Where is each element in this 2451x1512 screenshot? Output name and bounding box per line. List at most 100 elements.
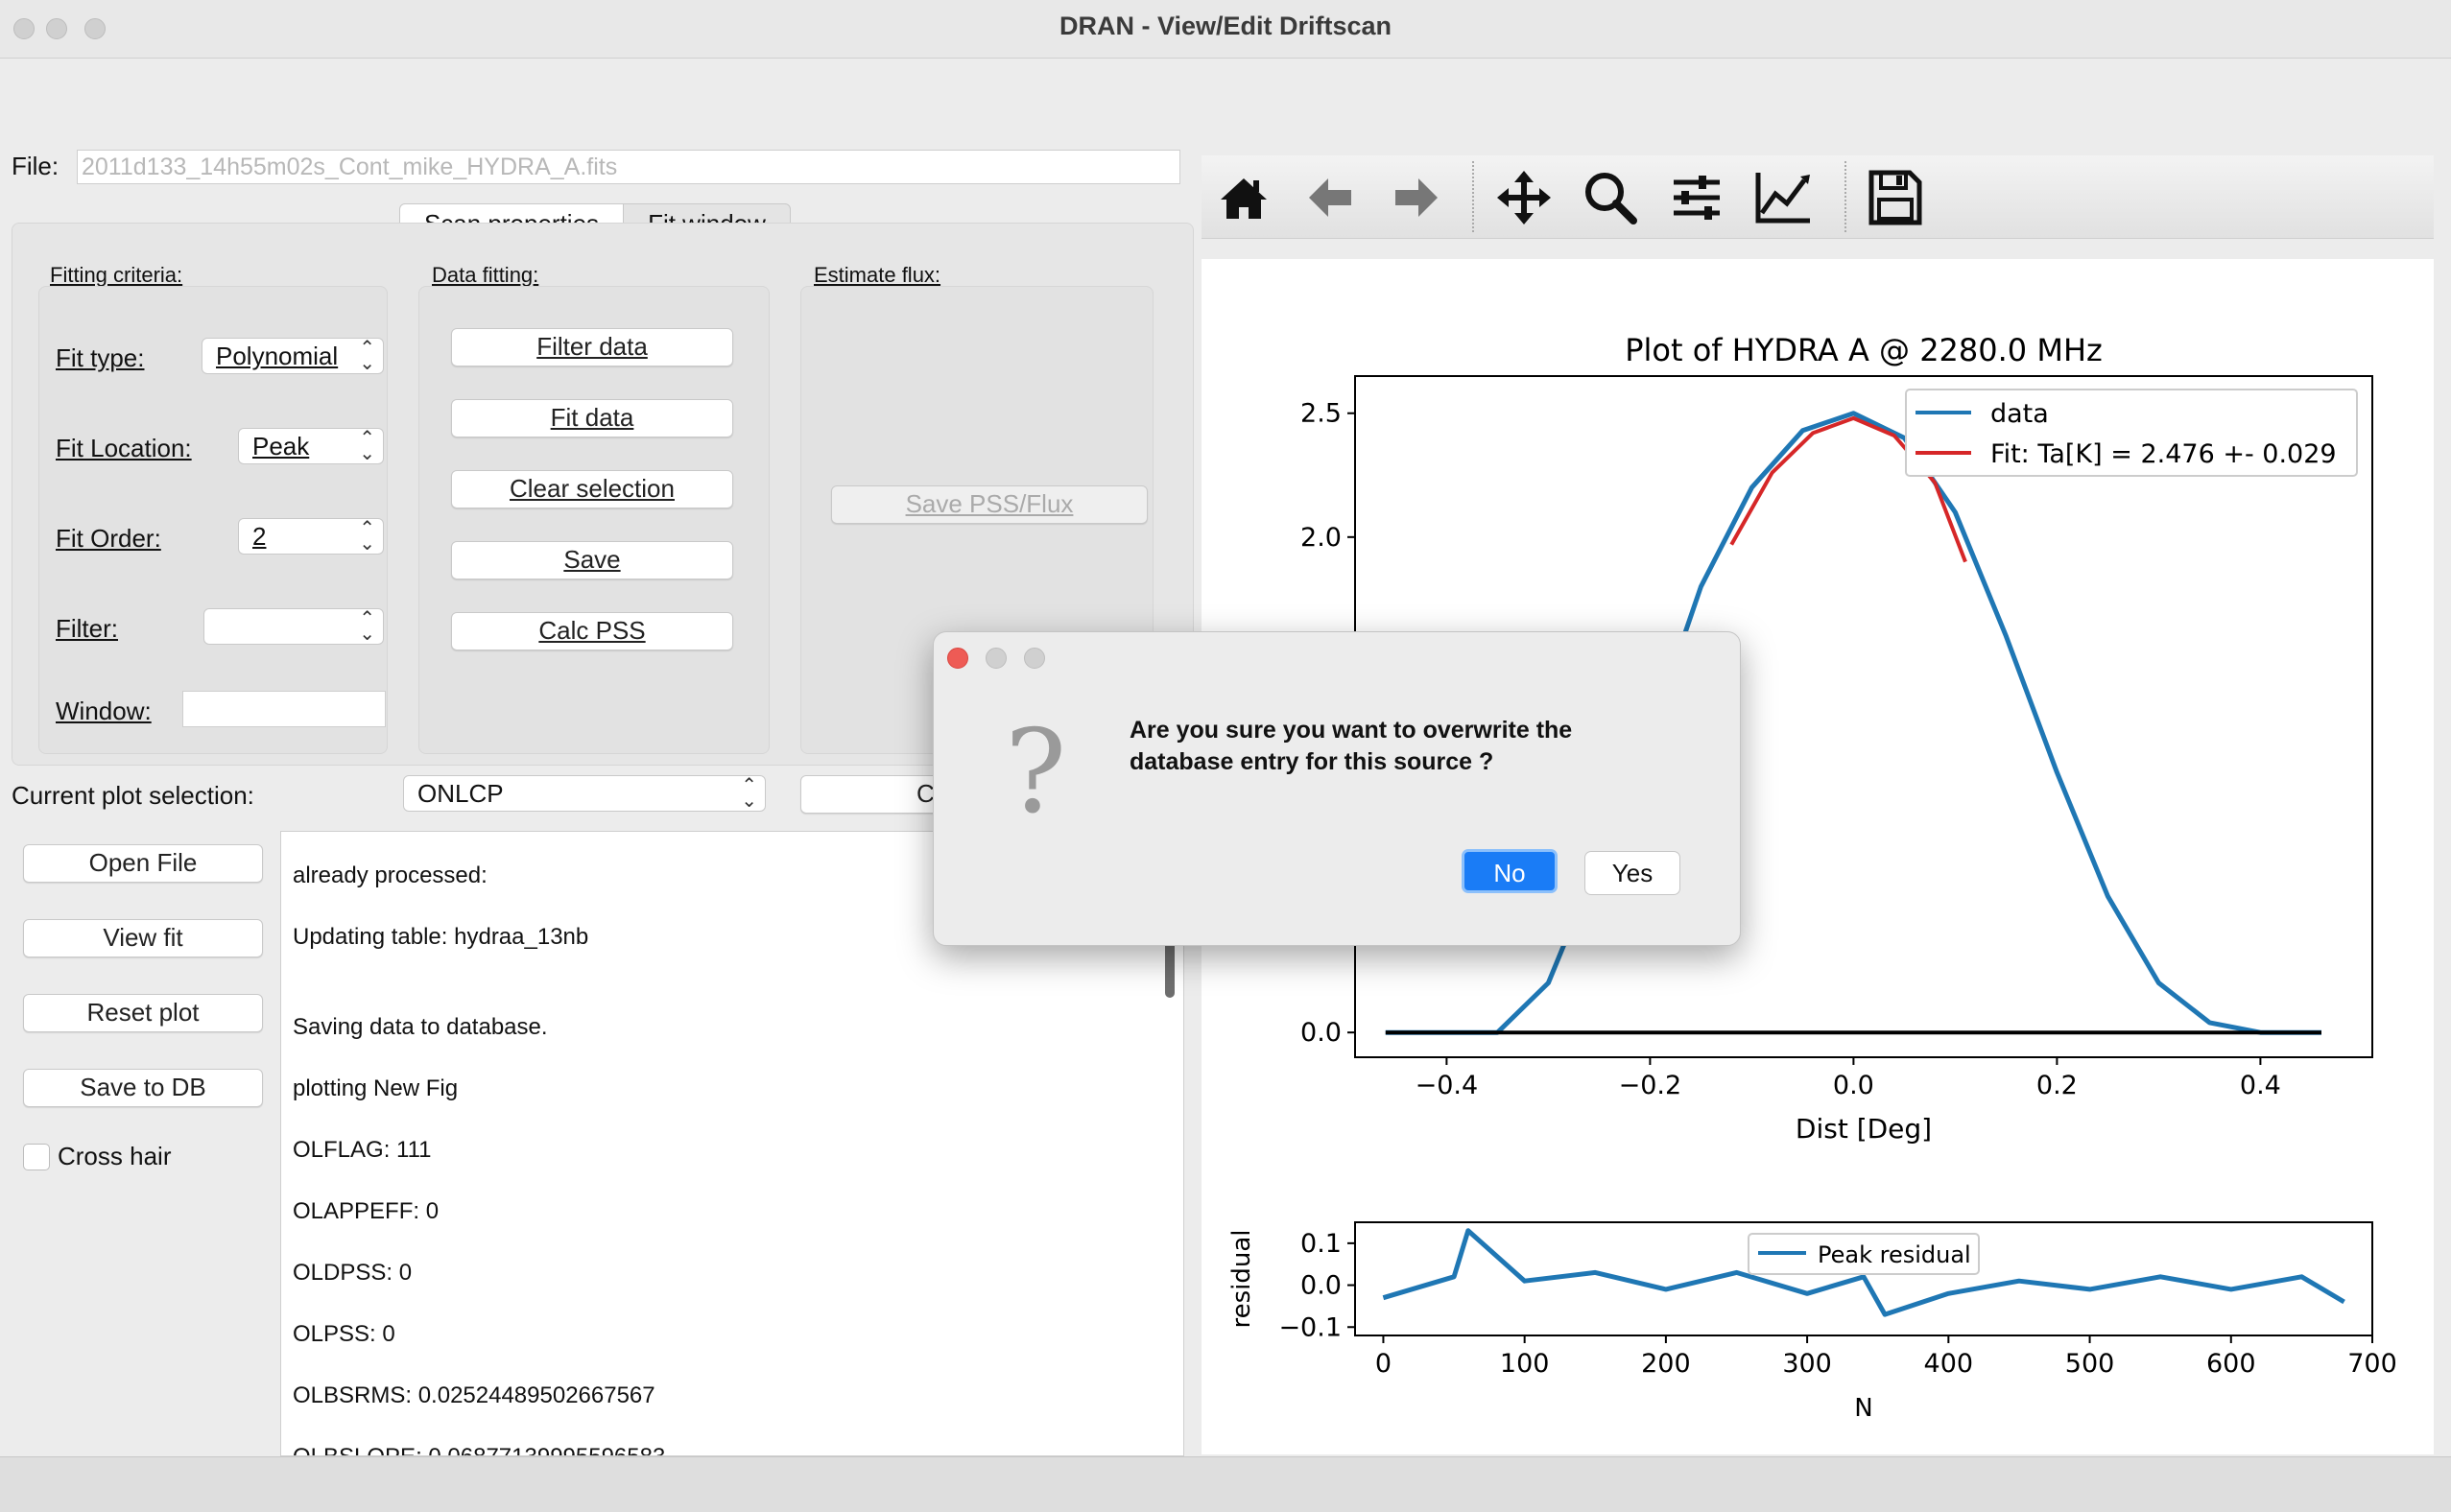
dialog-message-line: Are you sure you want to overwrite the	[1130, 717, 1573, 744]
home-icon[interactable]	[1213, 167, 1274, 228]
no-button[interactable]: No	[1462, 849, 1558, 893]
forward-arrow-icon[interactable]	[1386, 167, 1447, 228]
file-label: File:	[12, 152, 59, 180]
main-x-tick-label: 0.4	[2240, 1071, 2281, 1100]
residual-x-tick-label: 100	[1500, 1349, 1550, 1379]
log-scrollbar[interactable]	[1165, 940, 1175, 998]
legend-residual-label: Peak residual	[1818, 1241, 1971, 1268]
crosshair-label: Cross hair	[58, 1142, 172, 1170]
fit-location-value: Peak	[252, 432, 310, 461]
filter-select[interactable]: ⌃ ⌄	[203, 608, 384, 645]
plot-selection-label: Current plot selection:	[12, 781, 254, 810]
save-icon[interactable]	[1864, 167, 1925, 228]
residual-x-tick-label: 0	[1375, 1349, 1392, 1379]
status-bar	[0, 1456, 2451, 1512]
estimate-flux-title: Estimate flux:	[814, 263, 941, 287]
main-x-tick-label: 0.2	[2036, 1071, 2078, 1100]
main-y-tick-label: 0.0	[1300, 1018, 1342, 1048]
file-path-field[interactable]: 2011d133_14h55m02s_Cont_mike_HYDRA_A.fit…	[77, 150, 1180, 184]
dialog-close-icon[interactable]	[947, 648, 968, 669]
filter-data-button[interactable]: Filter data	[451, 328, 733, 366]
button-label: Save	[563, 545, 621, 574]
dialog-message: Are you sure you want to overwrite the d…	[1130, 715, 1572, 778]
legend-data-label: data	[1990, 399, 2049, 429]
fit-type-label: Fit type:	[56, 343, 145, 372]
log-line: OLAPPEFF: 0	[293, 1198, 440, 1224]
dialog-zoom-icon	[1024, 648, 1045, 669]
window-label: Window:	[56, 697, 152, 725]
log-line: OLDPSS: 0	[293, 1260, 413, 1286]
log-line: OLBSRMS: 0.02524489502667567	[293, 1382, 655, 1408]
open-file-button[interactable]: Open File	[23, 844, 263, 883]
calc-pss-button[interactable]: Calc PSS	[451, 612, 733, 650]
fit-type-select[interactable]: Polynomial ⌃ ⌄	[202, 338, 384, 374]
button-label: Filter data	[536, 332, 648, 361]
log-line: OLFLAG: 111	[293, 1137, 432, 1163]
select-chevron-icon: ⌃ ⌄	[359, 608, 375, 645]
zoom-icon[interactable]	[1580, 167, 1641, 228]
select-chevron-icon: ⌃ ⌄	[741, 775, 757, 812]
clear-selection-button[interactable]: Clear selection	[451, 470, 733, 508]
fit-order-value: 2	[252, 522, 267, 551]
fit-location-select[interactable]: Peak ⌃ ⌄	[238, 428, 384, 464]
question-mark-icon: ?	[1005, 706, 1067, 839]
filter-label: Filter:	[56, 614, 118, 643]
toolbar-separator	[1472, 161, 1474, 232]
pan-icon[interactable]	[1493, 167, 1555, 228]
plot-selection-select[interactable]: ONLCP ⌃ ⌄	[403, 775, 766, 812]
button-label: Save PSS/Flux	[905, 489, 1074, 518]
window-input[interactable]	[182, 691, 386, 727]
residual-y-axis-label: residual	[1227, 1229, 1256, 1328]
crosshair-checkbox[interactable]	[23, 1144, 50, 1170]
log-line: Updating table: hydraa_13nb	[293, 924, 589, 950]
overwrite-confirm-dialog: ? Are you sure you want to overwrite the…	[933, 631, 1741, 946]
button-label: Fit data	[550, 403, 634, 432]
select-chevron-icon: ⌃ ⌄	[359, 338, 375, 374]
view-fit-button[interactable]: View fit	[23, 919, 263, 957]
residual-x-tick-label: 600	[2206, 1349, 2256, 1379]
residual-x-tick-label: 200	[1641, 1349, 1691, 1379]
legend-fit-label: Fit: Ta[K] = 2.476 +- 0.029	[1990, 439, 2337, 469]
configure-subplots-icon[interactable]	[1666, 167, 1727, 228]
app-window: DRAN - View/Edit Driftscan File: 2011d13…	[0, 0, 2451, 1512]
save-button[interactable]: Save	[451, 541, 733, 579]
log-line: plotting New Fig	[293, 1075, 459, 1101]
back-arrow-icon[interactable]	[1299, 167, 1361, 228]
plot-toolbar	[1202, 155, 2434, 239]
residual-x-tick-label: 700	[2347, 1349, 2397, 1379]
button-label: Clear selection	[510, 474, 675, 503]
log-line: already processed:	[293, 862, 488, 888]
main-x-tick-label: −0.4	[1416, 1071, 1479, 1100]
data-fitting-title: Data fitting:	[432, 263, 539, 287]
log-line: OLBSLOPE: 0.06877139995596583	[293, 1444, 665, 1455]
plot-selection-value: ONLCP	[417, 779, 504, 808]
dialog-minimize-icon	[986, 648, 1007, 669]
yes-button[interactable]: Yes	[1584, 851, 1680, 895]
log-line: OLPSS: 0	[293, 1321, 395, 1347]
main-x-tick-label: −0.2	[1619, 1071, 1682, 1100]
main-y-tick-label: 2.5	[1300, 399, 1342, 429]
residual-y-tick-label: 0.0	[1300, 1271, 1342, 1301]
main-y-tick-label: 2.0	[1300, 523, 1342, 553]
toolbar-separator	[1844, 161, 1846, 232]
reset-plot-button[interactable]: Reset plot	[23, 994, 263, 1032]
select-chevron-icon: ⌃ ⌄	[359, 518, 375, 555]
residual-x-tick-label: 300	[1782, 1349, 1832, 1379]
log-line: Saving data to database.	[293, 1014, 548, 1040]
button-label: Calc PSS	[538, 616, 646, 645]
residual-x-tick-label: 500	[2065, 1349, 2115, 1379]
fitting-criteria-title: Fitting criteria:	[50, 263, 183, 287]
save-to-db-button[interactable]: Save to DB	[23, 1069, 263, 1107]
button-label: C	[916, 779, 935, 808]
title-bar: DRAN - View/Edit Driftscan	[0, 0, 2451, 59]
main-chart-title: Plot of HYDRA A @ 2280.0 MHz	[1625, 332, 2103, 368]
dialog-message-line: database entry for this source ?	[1130, 748, 1494, 775]
main-x-tick-label: 0.0	[1833, 1071, 1874, 1100]
residual-x-tick-label: 400	[1924, 1349, 1974, 1379]
main-x-axis-label: Dist [Deg]	[1796, 1113, 1932, 1145]
fit-type-value: Polynomial	[216, 342, 339, 370]
fit-data-button[interactable]: Fit data	[451, 399, 733, 437]
fit-order-select[interactable]: 2 ⌃ ⌄	[238, 518, 384, 555]
edit-axis-icon[interactable]	[1752, 167, 1814, 228]
save-pss-flux-button[interactable]: Save PSS/Flux	[831, 485, 1148, 524]
